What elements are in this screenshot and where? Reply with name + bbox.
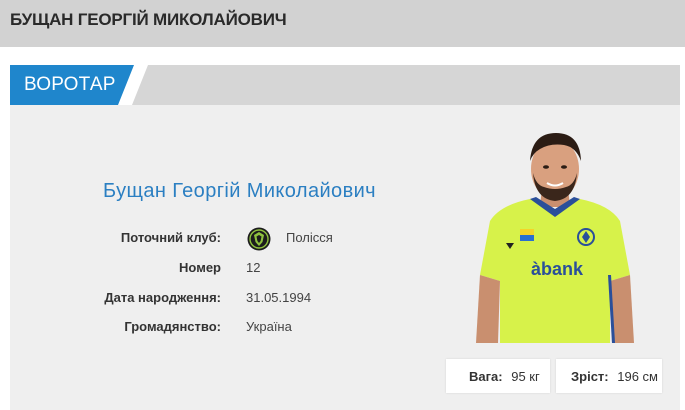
position-tab: ВОРОТАР (10, 65, 136, 105)
club-label: Поточний клуб: (120, 230, 221, 245)
height-label: Зріст: (571, 369, 609, 384)
dob-label: Дата народження: (104, 290, 221, 305)
height-box: Зріст: 196 см (556, 359, 662, 393)
club-value[interactable]: Полісся (286, 230, 333, 245)
weight-label: Вага: (469, 369, 503, 384)
number-label: Номер (179, 260, 221, 275)
position-label: ВОРОТАР (24, 74, 116, 95)
page-title: БУЩАН ГЕОРГІЙ МИКОЛАЙОВИЧ (10, 10, 287, 29)
dob-value: 31.05.1994 (246, 290, 312, 305)
shirt-sponsor: àbank (531, 259, 584, 279)
player-card: ВОРОТАР Бущан Георгій Миколайович Поточн… (10, 65, 680, 410)
page-header: БУЩАН ГЕОРГІЙ МИКОЛАЙОВИЧ (0, 0, 685, 47)
weight-value: 95 кг (511, 369, 540, 384)
citizenship-value: Україна (246, 319, 292, 334)
citizenship-label: Громадянство: (124, 319, 221, 334)
player-photo: àbank (476, 133, 634, 343)
position-header: ВОРОТАР (10, 65, 680, 105)
number-value: 12 (246, 260, 261, 275)
polissya-club-logo-icon[interactable] (247, 227, 271, 251)
height-value: 196 см (617, 369, 658, 384)
weight-box: Вага: 95 кг (446, 359, 550, 393)
player-name: Бущан Георгій Миколайович (103, 180, 376, 202)
